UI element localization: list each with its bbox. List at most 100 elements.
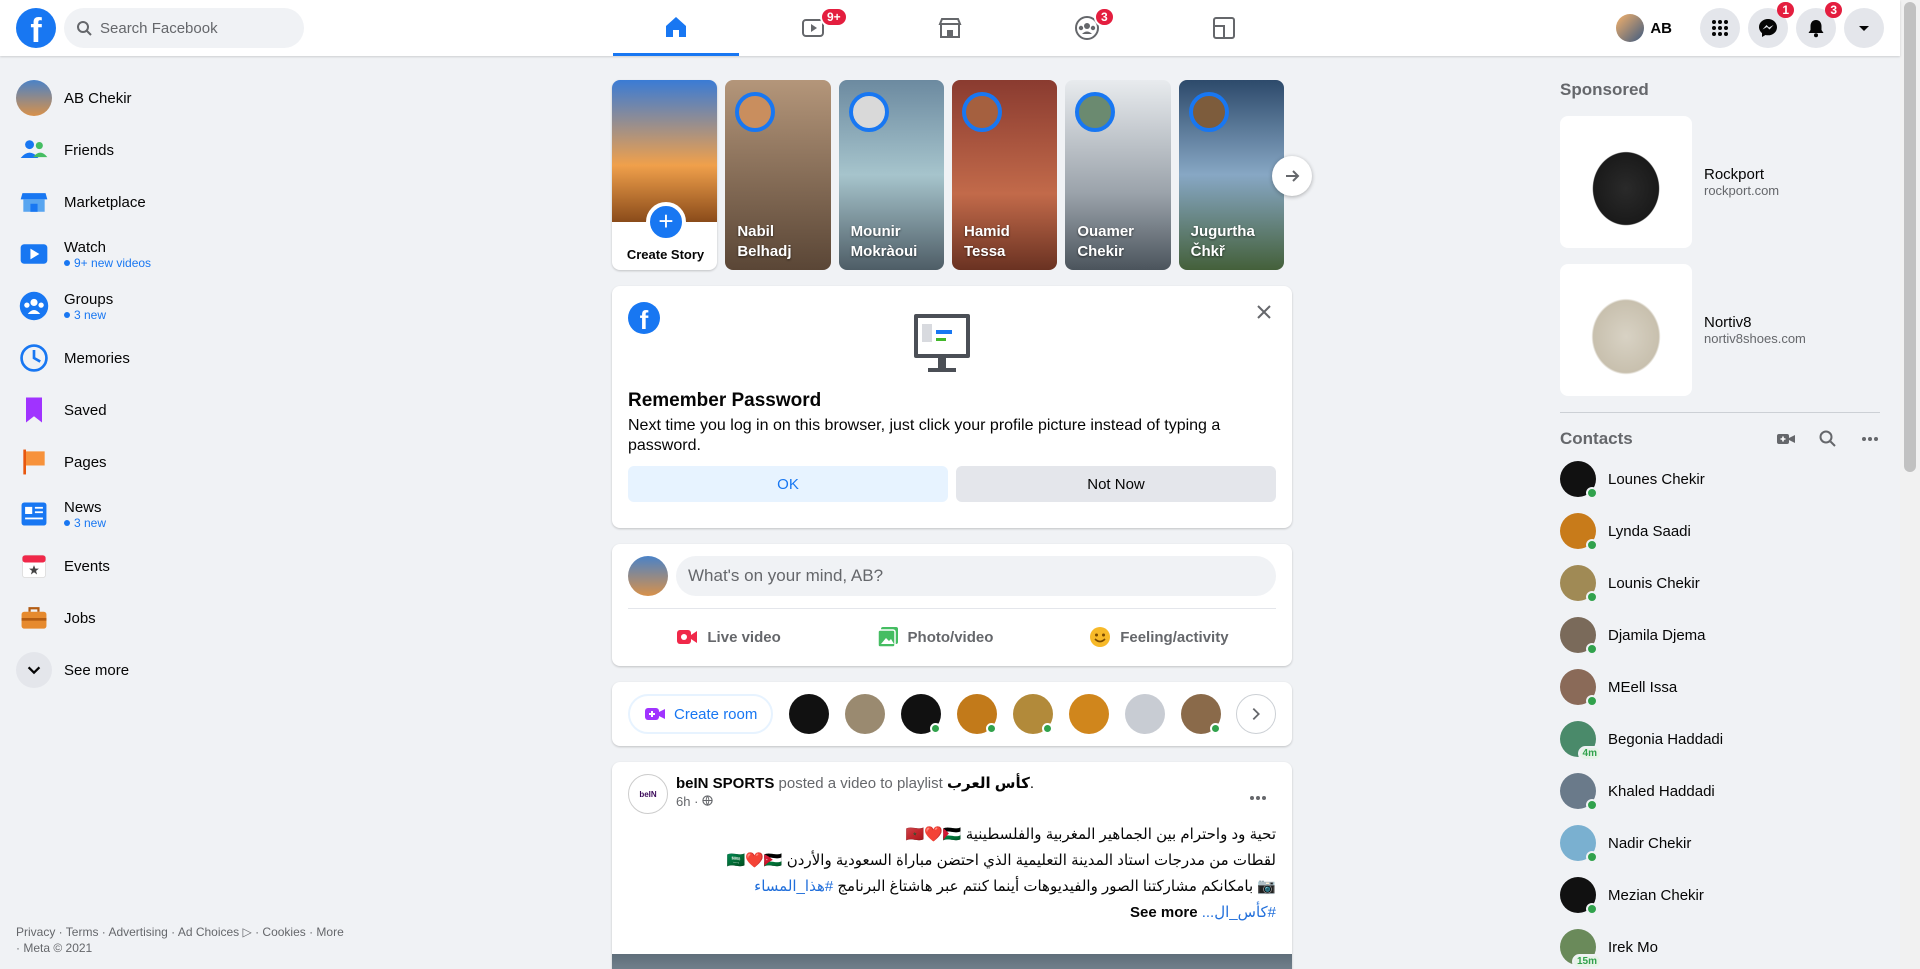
ok-button[interactable]: OK bbox=[628, 466, 948, 502]
contact-item[interactable]: Nadir Chekir bbox=[1552, 817, 1888, 869]
live-video-button[interactable]: Live video bbox=[659, 617, 796, 657]
stories-next-button[interactable] bbox=[1272, 156, 1312, 196]
contact-item[interactable]: 4m Begonia Haddadi bbox=[1552, 713, 1888, 765]
contact-item[interactable]: Djamila Djema bbox=[1552, 609, 1888, 661]
footer-links[interactable]: Privacy · Terms · Advertising · Ad Choic… bbox=[16, 924, 346, 956]
menu-button[interactable] bbox=[1700, 8, 1740, 48]
photo-video-button[interactable]: Photo/video bbox=[860, 617, 1010, 657]
search-icon[interactable] bbox=[1818, 429, 1838, 449]
sponsored-ad[interactable]: Rockport rockport.com bbox=[1552, 108, 1888, 256]
rooms-next-button[interactable] bbox=[1236, 694, 1276, 734]
hashtag-link[interactable]: #كأس_ال... bbox=[1202, 904, 1276, 921]
messenger-button[interactable]: 1 bbox=[1748, 2, 1794, 48]
sidebar-item-profile[interactable]: AB Chekir bbox=[8, 72, 348, 124]
scrollbar-thumb[interactable] bbox=[1904, 2, 1916, 472]
contact-name: Mezian Chekir bbox=[1608, 886, 1704, 904]
create-story-card[interactable]: + Create Story bbox=[612, 80, 718, 270]
sidebar-item-watch[interactable]: Watch 9+ new videos bbox=[8, 228, 348, 280]
contact-name: Lounis Chekir bbox=[1608, 574, 1700, 592]
avatar[interactable] bbox=[1013, 694, 1054, 734]
contact-item[interactable]: Lounis Chekir bbox=[1552, 557, 1888, 609]
post-playlist-link[interactable]: كأس العرب bbox=[947, 775, 1030, 792]
story-card[interactable]: Hamid Tessa bbox=[951, 80, 1058, 270]
account-menu-button[interactable] bbox=[1844, 8, 1884, 48]
avatar[interactable] bbox=[628, 556, 668, 596]
page-avatar[interactable]: beIN bbox=[628, 774, 668, 814]
search-icon bbox=[77, 21, 92, 36]
sidebar-item-memories[interactable]: Memories bbox=[8, 332, 348, 384]
live-video-label: Live video bbox=[707, 628, 781, 646]
ad-domain: nortiv8shoes.com bbox=[1704, 331, 1806, 346]
feeling-activity-button[interactable]: Feeling/activity bbox=[1072, 617, 1244, 657]
sidebar-item-see-more[interactable]: See more bbox=[8, 644, 348, 696]
notifications-button[interactable]: 3 bbox=[1796, 2, 1842, 48]
avatar[interactable] bbox=[1069, 694, 1110, 734]
active-minutes-badge: 4m bbox=[1577, 746, 1602, 761]
hashtag-link[interactable]: #هذا_المساء bbox=[754, 878, 833, 895]
not-now-button[interactable]: Not Now bbox=[956, 466, 1276, 502]
contact-name: Lynda Saadi bbox=[1608, 522, 1691, 540]
photo-icon bbox=[876, 627, 898, 648]
avatar[interactable] bbox=[957, 694, 998, 734]
sidebar-item-marketplace[interactable]: Marketplace bbox=[8, 176, 348, 228]
more-dots-icon[interactable] bbox=[1860, 429, 1880, 449]
post-action: posted a video to playlist bbox=[774, 775, 947, 792]
tab-marketplace[interactable] bbox=[887, 0, 1013, 56]
avatar bbox=[1560, 773, 1598, 811]
contact-name: Lounes Chekir bbox=[1608, 470, 1705, 488]
sidebar-item-events[interactable]: Events bbox=[8, 540, 348, 592]
avatar bbox=[961, 92, 1002, 132]
tab-watch[interactable]: 9+ bbox=[750, 0, 876, 56]
sidebar-item-jobs[interactable]: Jobs bbox=[8, 592, 348, 644]
avatar[interactable] bbox=[1125, 694, 1166, 734]
facebook-logo[interactable]: f bbox=[16, 8, 56, 48]
calendar-icon bbox=[16, 548, 52, 584]
avatar bbox=[1188, 92, 1229, 132]
sidebar-item-label: Pages bbox=[64, 453, 107, 471]
avatar bbox=[848, 92, 889, 132]
post-options-button[interactable] bbox=[1240, 780, 1276, 816]
contact-item[interactable]: Lynda Saadi bbox=[1552, 505, 1888, 557]
post-author[interactable]: beIN SPORTS bbox=[676, 775, 774, 792]
sidebar-item-saved[interactable]: Saved bbox=[8, 384, 348, 436]
sponsored-ad[interactable]: Nortiv8 nortiv8shoes.com bbox=[1552, 256, 1888, 404]
profile-button[interactable]: AB bbox=[1612, 10, 1684, 46]
chevron-down-icon bbox=[16, 652, 52, 688]
tab-gaming[interactable] bbox=[1161, 0, 1287, 56]
avatar[interactable] bbox=[1181, 694, 1222, 734]
search-box[interactable] bbox=[64, 8, 304, 48]
avatar[interactable] bbox=[901, 694, 942, 734]
feeling-activity-label: Feeling/activity bbox=[1120, 628, 1229, 646]
story-card[interactable]: Jugurtha Čhkř bbox=[1178, 80, 1284, 270]
close-icon[interactable] bbox=[1252, 300, 1276, 324]
search-input[interactable] bbox=[100, 19, 290, 37]
story-card[interactable]: Mounir Mokràoui bbox=[838, 80, 944, 270]
create-room-button[interactable]: Create room bbox=[628, 694, 774, 734]
whats-on-your-mind-input[interactable]: What's on your mind, AB? bbox=[676, 556, 1276, 596]
tab-groups[interactable]: 3 bbox=[1024, 0, 1150, 56]
contact-item[interactable]: Khaled Haddadi bbox=[1552, 765, 1888, 817]
tab-home[interactable] bbox=[613, 0, 739, 56]
sidebar-item-news[interactable]: News 3 new bbox=[8, 488, 348, 540]
contact-item[interactable]: Lounes Chekir bbox=[1552, 453, 1888, 505]
post-time[interactable]: 6h · bbox=[676, 794, 1034, 809]
avatar[interactable] bbox=[845, 694, 886, 734]
photo-video-label: Photo/video bbox=[907, 628, 994, 646]
contacts-header: Contacts bbox=[1552, 421, 1888, 453]
contact-item[interactable]: MEell Issa bbox=[1552, 661, 1888, 713]
right-rail: Sponsored Rockport rockport.com Nortiv8 … bbox=[1552, 72, 1888, 969]
sidebar-item-friends[interactable]: Friends bbox=[8, 124, 348, 176]
sidebar-item-pages[interactable]: Pages bbox=[8, 436, 348, 488]
story-card[interactable]: Nabil Belhadj bbox=[725, 80, 831, 270]
post-video[interactable] bbox=[612, 954, 1292, 969]
avatar[interactable] bbox=[789, 694, 830, 734]
contact-item[interactable]: Mezian Chekir bbox=[1552, 869, 1888, 921]
story-card[interactable]: Ouamer Chekir bbox=[1065, 80, 1171, 270]
page-scrollbar[interactable] bbox=[1900, 0, 1920, 969]
post-text-line: تحية ود واحترام بين الجماهير المغربية وا… bbox=[905, 826, 1277, 843]
bookmark-icon bbox=[16, 392, 52, 428]
sidebar-item-groups[interactable]: Groups 3 new bbox=[8, 280, 348, 332]
see-more-link[interactable]: See more bbox=[1130, 904, 1198, 921]
new-room-icon[interactable] bbox=[1776, 429, 1796, 449]
contact-item[interactable]: 15m Irek Mo bbox=[1552, 921, 1888, 969]
